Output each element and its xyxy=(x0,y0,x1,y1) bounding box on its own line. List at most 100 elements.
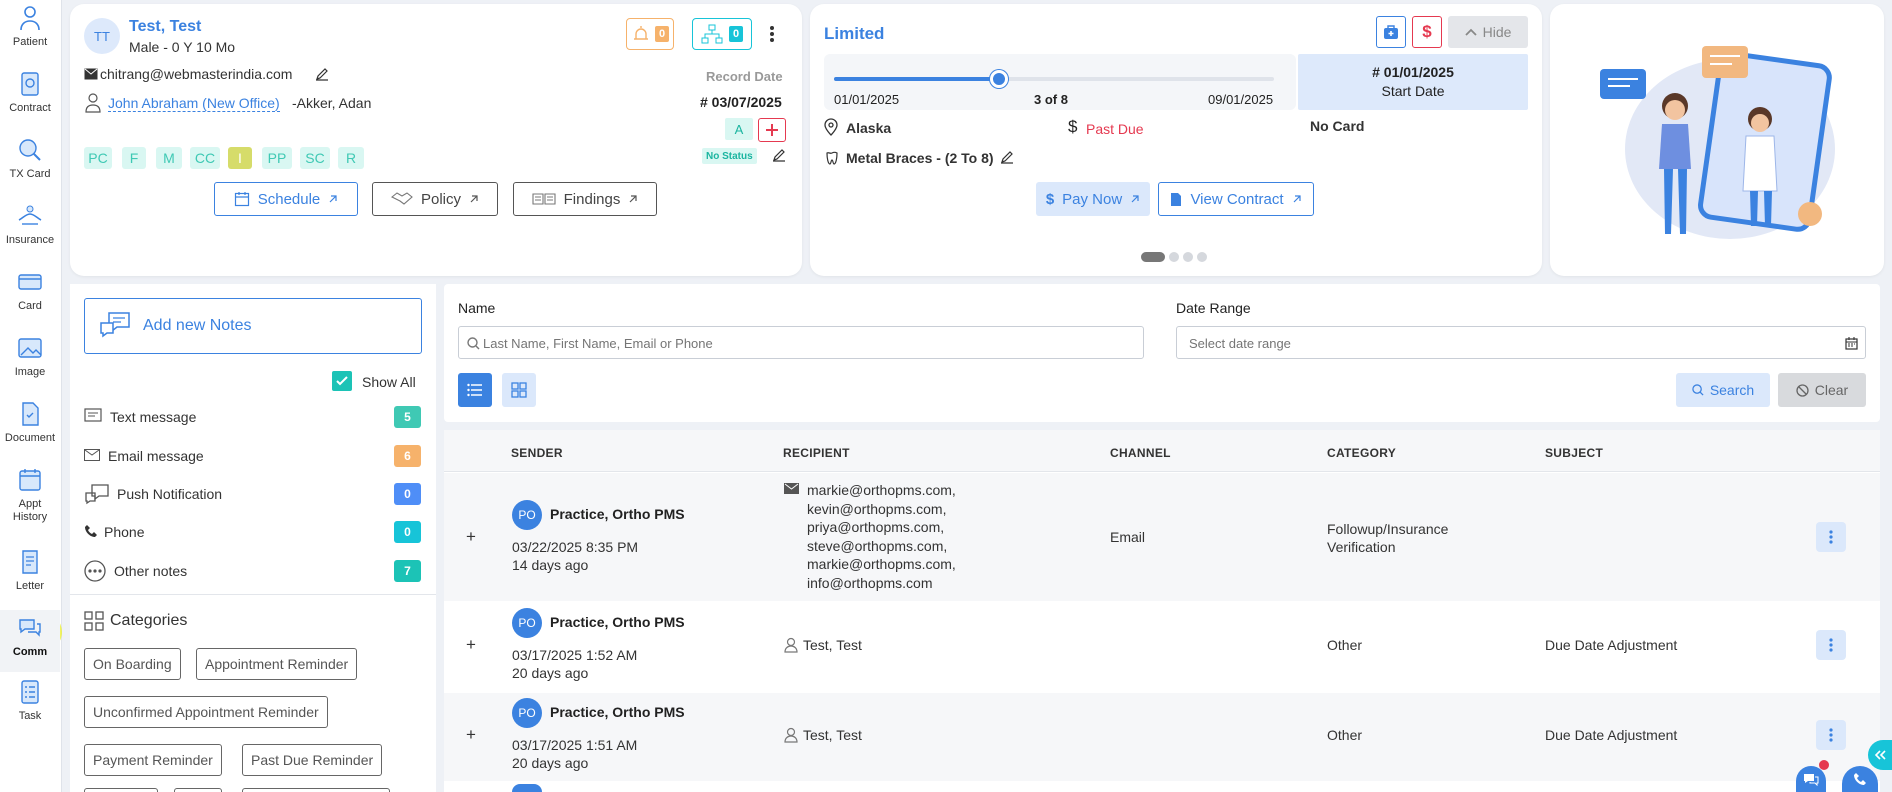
provider-link[interactable]: John Abraham (New Office) xyxy=(108,95,280,112)
carousel-dot[interactable] xyxy=(1183,252,1193,262)
more-options-button[interactable] xyxy=(758,18,786,50)
note-type-phone[interactable]: Phone 0 xyxy=(84,517,422,547)
grid-view-button[interactable] xyxy=(502,373,536,407)
category-chip[interactable]: Payment Reminder xyxy=(84,744,222,776)
sender-name[interactable]: Practice, Ortho PMS xyxy=(550,704,685,720)
column-header-channel[interactable]: CHANNEL xyxy=(1110,446,1171,460)
tag-sc[interactable]: SC xyxy=(300,147,330,169)
sidebar-item-tx-card[interactable]: TX Card xyxy=(0,136,60,181)
list-view-button[interactable] xyxy=(458,373,492,407)
sidebar-item-patient[interactable]: Patient xyxy=(0,4,60,49)
carousel-dot[interactable] xyxy=(1169,252,1179,262)
findings-icon xyxy=(532,193,556,205)
sidebar-item-image[interactable]: Image xyxy=(0,334,60,379)
column-header-sender[interactable]: SENDER xyxy=(511,446,563,460)
category-chip[interactable]: Appointment Reminder xyxy=(196,648,358,680)
expand-row-button[interactable]: + xyxy=(466,725,476,745)
edit-status-icon[interactable] xyxy=(772,148,786,162)
tag-pc[interactable]: PC xyxy=(84,147,112,169)
hide-button[interactable]: Hide xyxy=(1448,16,1528,48)
date-range-input[interactable] xyxy=(1189,331,1829,355)
view-contract-button[interactable]: View Contract xyxy=(1158,182,1314,216)
kebab-icon xyxy=(1829,728,1833,742)
chat-fab[interactable] xyxy=(1796,766,1826,792)
sidebar-item-appt-history[interactable]: Appt History xyxy=(0,466,60,524)
note-type-email[interactable]: Email message 6 xyxy=(84,441,422,471)
hierarchy-button[interactable]: 0 xyxy=(692,18,752,50)
sidebar-item-task[interactable]: Task xyxy=(0,678,60,723)
alarm-icon xyxy=(633,26,648,40)
channel: Email xyxy=(1110,529,1146,545)
row-actions-button[interactable] xyxy=(1816,522,1846,552)
medical-bag-icon xyxy=(1384,25,1398,39)
search-button[interactable]: Search xyxy=(1676,373,1770,407)
carousel-dot-active[interactable] xyxy=(1141,252,1165,262)
tag-i[interactable]: I xyxy=(228,147,252,169)
column-header-recipient[interactable]: RECIPIENT xyxy=(783,446,850,460)
date-range-field[interactable] xyxy=(1176,326,1866,359)
note-type-text[interactable]: Text message 5 xyxy=(84,402,422,432)
notes-panel: Add new Notes Show All Text message 5 Em… xyxy=(70,284,436,792)
tag-f[interactable]: F xyxy=(122,147,146,169)
carousel-dot[interactable] xyxy=(1197,252,1207,262)
sender-name[interactable]: Practice, Ortho PMS xyxy=(550,614,685,630)
category-chip-partial[interactable] xyxy=(84,788,158,792)
findings-button[interactable]: Findings xyxy=(513,182,657,216)
sidebar-item-comm[interactable]: Comm xyxy=(0,610,60,672)
phone-icon xyxy=(1854,773,1866,785)
category-chip[interactable]: Unconfirmed Appointment Reminder xyxy=(84,696,328,728)
edit-appliance-icon[interactable] xyxy=(1000,150,1014,164)
user-icon xyxy=(784,637,798,653)
table-row[interactable] xyxy=(444,473,1880,601)
category-chip-partial[interactable] xyxy=(242,788,390,792)
row-actions-button[interactable] xyxy=(1816,720,1846,750)
category-chip[interactable]: Past Due Reminder xyxy=(242,744,383,776)
column-header-category[interactable]: CATEGORY xyxy=(1327,446,1396,460)
sidebar-item-document[interactable]: Document xyxy=(0,400,60,445)
tag-m[interactable]: M xyxy=(156,147,182,169)
category-chip-partial[interactable] xyxy=(174,788,222,792)
record-date-label: Record Date xyxy=(706,69,783,84)
show-all-checkbox[interactable] xyxy=(332,371,352,391)
add-notes-button[interactable]: Add new Notes xyxy=(84,298,422,354)
note-type-push[interactable]: Push Notification 0 xyxy=(84,479,422,509)
sidebar-item-contract[interactable]: Contract xyxy=(0,70,60,115)
show-all-label[interactable]: Show All xyxy=(362,374,416,390)
sidebar-item-insurance[interactable]: Insurance xyxy=(0,202,60,247)
expand-row-button[interactable]: + xyxy=(466,527,476,547)
note-type-other[interactable]: Other notes 7 xyxy=(84,556,422,586)
column-header-subject[interactable]: SUBJECT xyxy=(1545,446,1603,460)
clear-button[interactable]: Clear xyxy=(1778,373,1866,407)
category-chip[interactable]: On Boarding xyxy=(84,648,181,680)
name-search-field[interactable] xyxy=(458,326,1144,359)
calendar-icon[interactable] xyxy=(1845,337,1858,350)
policy-button[interactable]: Policy xyxy=(372,182,498,216)
progress-thumb[interactable] xyxy=(990,70,1008,88)
tag-cc[interactable]: CC xyxy=(190,147,220,169)
edit-email-icon[interactable] xyxy=(315,67,329,81)
alert-button[interactable]: 0 xyxy=(626,18,674,50)
tag-r[interactable]: R xyxy=(338,147,364,169)
payment-toggle-button[interactable]: $ xyxy=(1412,16,1442,48)
sidebar-item-letter[interactable]: Letter xyxy=(0,548,60,593)
sidebar-item-card[interactable]: Card xyxy=(0,268,60,313)
tag-pp[interactable]: PP xyxy=(262,147,292,169)
sidebar-item-label: Patient xyxy=(12,36,48,48)
appt-history-icon xyxy=(19,469,41,491)
expand-row-button[interactable]: + xyxy=(466,635,476,655)
schedule-button[interactable]: Schedule xyxy=(214,182,358,216)
recipient-email: kevin@orthopms.com, xyxy=(807,500,947,517)
note-type-count: 5 xyxy=(394,406,421,428)
patient-name[interactable]: Test, Test xyxy=(129,18,201,36)
carousel-dots[interactable] xyxy=(1141,252,1207,262)
insurance-toggle-button[interactable] xyxy=(1376,16,1406,48)
expand-panel-button[interactable] xyxy=(1868,740,1892,770)
view-contract-label: View Contract xyxy=(1190,190,1284,208)
pay-now-button[interactable]: $ Pay Now xyxy=(1036,182,1150,216)
row-actions-button[interactable] xyxy=(1816,630,1846,660)
add-status-button[interactable] xyxy=(758,118,786,142)
user-icon xyxy=(784,727,798,743)
search-input[interactable] xyxy=(483,331,1133,355)
sender-name[interactable]: Practice, Ortho PMS xyxy=(550,506,685,522)
status-letter[interactable]: A xyxy=(725,118,753,140)
